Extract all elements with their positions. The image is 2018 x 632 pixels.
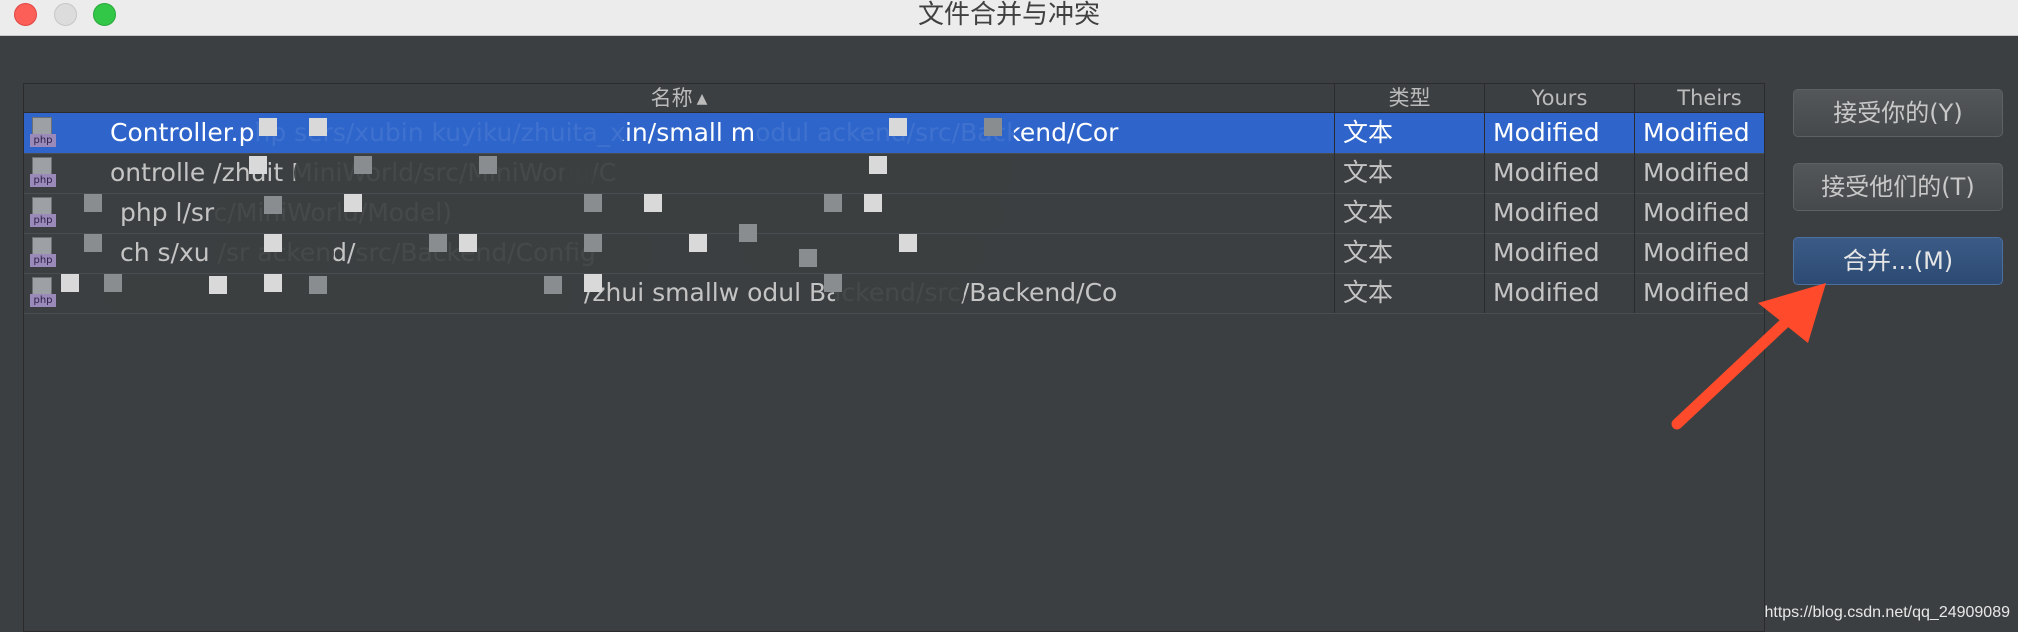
watermark-text: https://blog.csdn.net/qq_24909089: [1764, 604, 2010, 621]
annotation-arrow-icon: [1671, 283, 1826, 430]
